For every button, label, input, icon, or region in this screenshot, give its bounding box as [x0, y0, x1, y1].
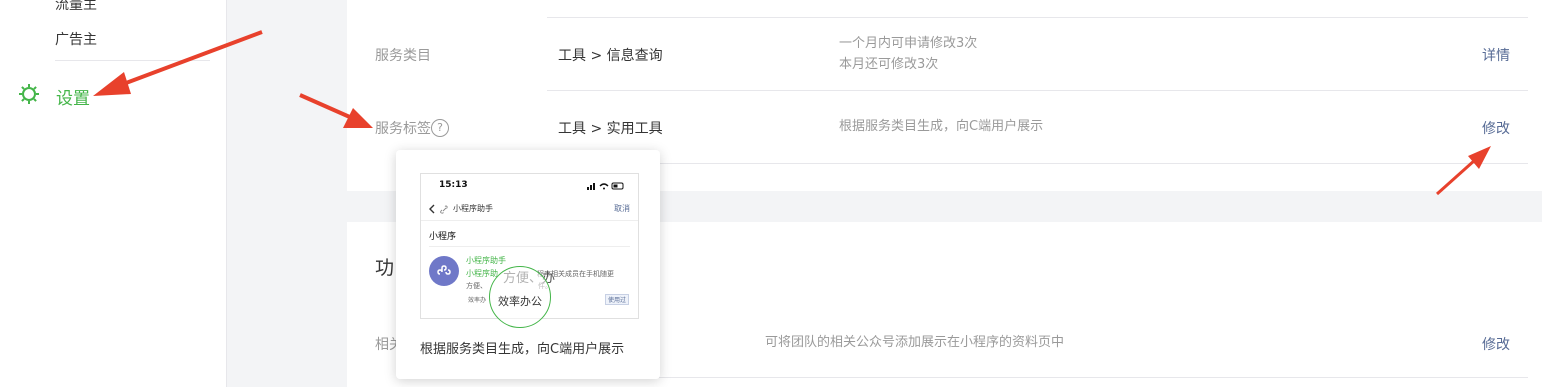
row-divider: [547, 377, 1528, 378]
row-divider: [547, 90, 1528, 91]
service-category-details-link[interactable]: 详情: [1482, 45, 1510, 65]
related-accounts-note: 可将团队的相关公众号添加展示在小程序的资料页中: [765, 335, 1065, 350]
result-title[interactable]: 小程序助手: [466, 255, 506, 266]
service-tag-value: 工具 > 实用工具: [558, 121, 663, 137]
result-desc-start: 小程序助: [466, 269, 498, 278]
sidebar: 流量主 广告主 设置: [0, 0, 227, 387]
miniprogram-icon: [437, 265, 451, 275]
service-tag-edit-link[interactable]: 修改: [1482, 118, 1510, 138]
back-chevron-icon[interactable]: [428, 204, 436, 214]
phone-cancel-button[interactable]: 取消: [614, 203, 630, 214]
row-divider: [547, 17, 1528, 18]
service-category-label: 服务类目: [375, 48, 431, 64]
highlight-tag-text: 效率办公: [498, 295, 542, 308]
phone-divider: [421, 220, 638, 221]
row-divider: [547, 163, 1528, 164]
sidebar-item-traffic-owner[interactable]: 流量主: [55, 0, 97, 14]
highlight-circle: 效率办公: [489, 266, 551, 328]
service-category-limit-note: 一个月内可申请修改3次: [839, 36, 978, 51]
phone-divider: [429, 246, 630, 247]
tooltip-caption: 根据服务类目生成，向C端用户展示: [420, 342, 625, 357]
phone-search-text: 小程序助手: [453, 204, 493, 213]
sidebar-divider: [55, 60, 210, 61]
related-accounts-edit-link[interactable]: 修改: [1482, 334, 1510, 354]
phone-time: 15:13: [439, 180, 468, 190]
service-tag-label: 服务标签: [375, 121, 431, 137]
sidebar-item-settings-label: 设置: [56, 89, 90, 109]
sidebar-item-advertiser[interactable]: 广告主: [55, 29, 97, 49]
section-title: 功: [375, 257, 395, 279]
help-icon[interactable]: ?: [431, 119, 449, 137]
signal-wifi-battery-icon: [587, 182, 624, 190]
result-tag: 效率办: [468, 297, 487, 304]
sidebar-item-settings[interactable]: 设置: [18, 83, 118, 109]
link-icon: [440, 205, 448, 214]
service-tag-note: 根据服务类目生成，向C端用户展示: [839, 119, 1044, 134]
phone-tab-miniprogram[interactable]: 小程序: [429, 229, 456, 242]
used-badge: 使用过: [605, 294, 630, 305]
app-logo: [429, 256, 459, 286]
service-category-value: 工具 > 信息查询: [558, 48, 663, 64]
service-category-remaining-note: 本月还可修改3次: [839, 57, 939, 72]
gear-icon: [19, 84, 39, 104]
result-desc-line2: 方便、: [466, 282, 487, 290]
